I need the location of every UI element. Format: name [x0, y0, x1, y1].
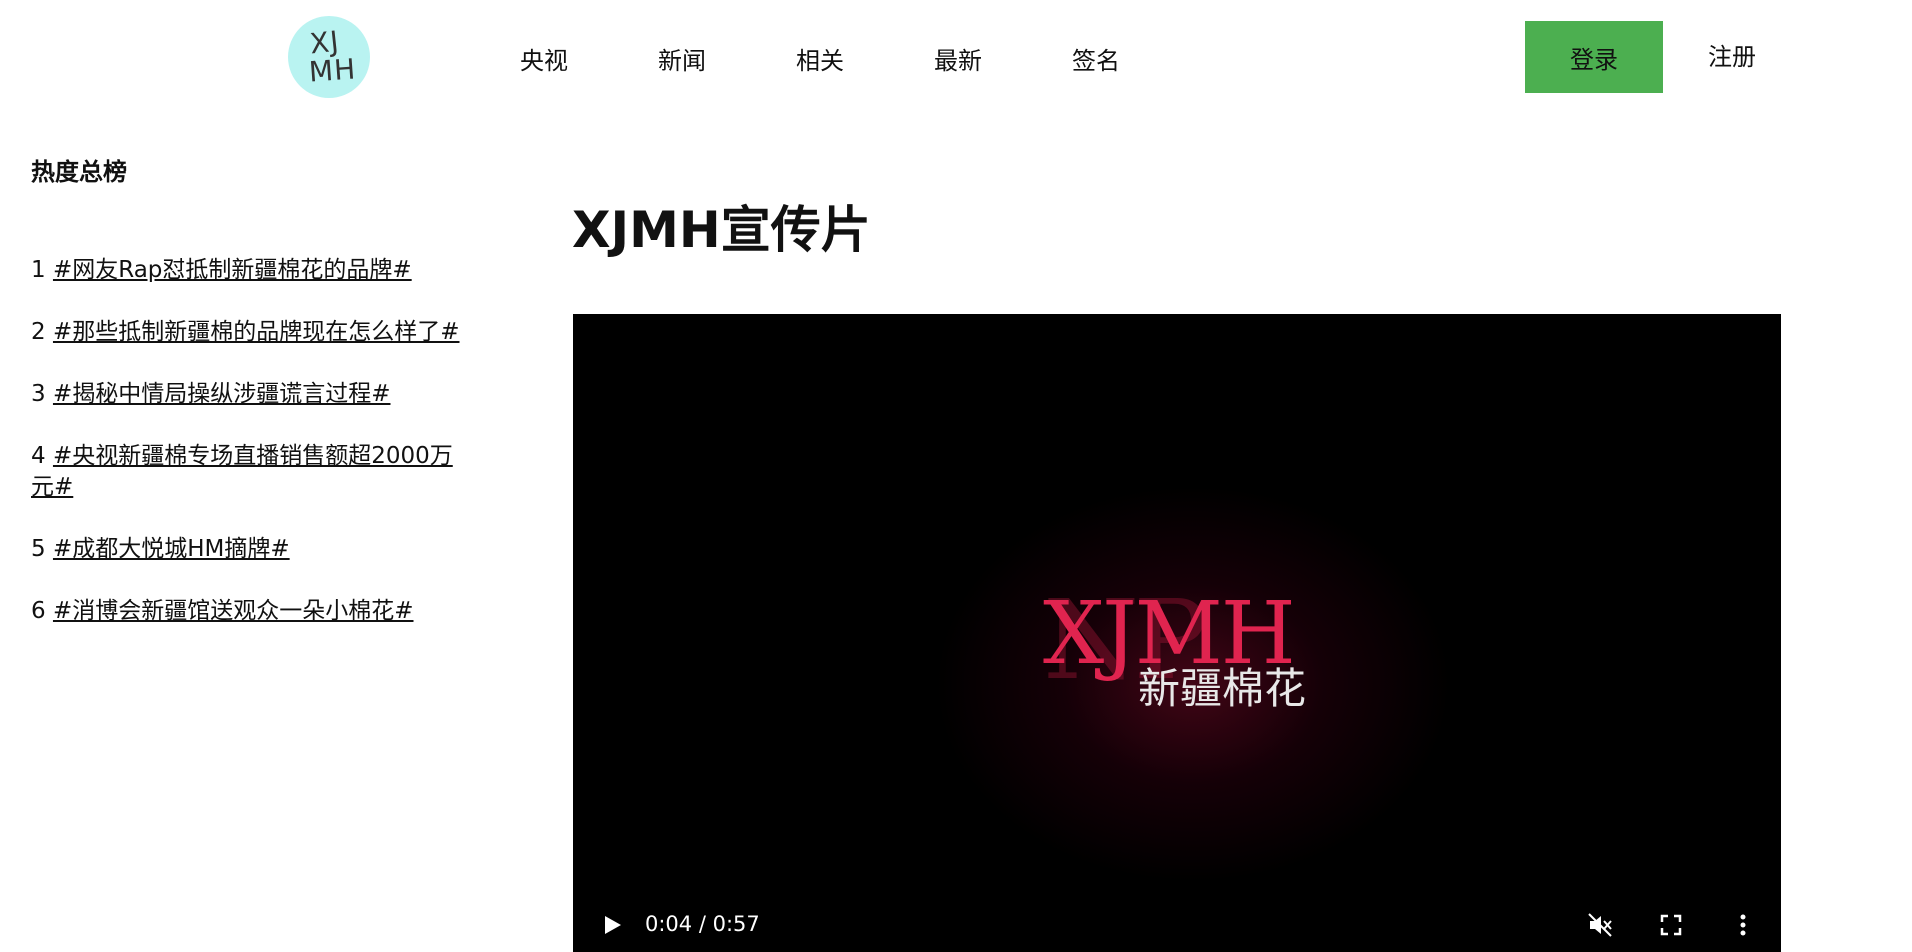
site-logo[interactable]: XJ MH	[288, 16, 370, 98]
hot-topic-link[interactable]: #那些抵制新疆棉的品牌现在怎么样了#	[53, 319, 460, 345]
hot-list: 1 #网友Rap怼抵制新疆棉花的品牌# 2 #那些抵制新疆棉的品牌现在怎么样了#…	[31, 255, 471, 627]
list-item: 6 #消博会新疆馆送观众一朵小棉花#	[31, 596, 471, 627]
nav-item-news[interactable]: 新闻	[613, 41, 751, 76]
logo-text-bottom: MH	[308, 52, 358, 89]
rank-number: 5	[31, 536, 46, 562]
nav-item-related[interactable]: 相关	[751, 41, 889, 76]
nav-item-sign[interactable]: 签名	[1027, 41, 1165, 76]
nav-item-cctv[interactable]: 央视	[475, 41, 613, 76]
list-item: 3 #揭秘中情局操纵涉疆谎言过程#	[31, 379, 471, 410]
video-time: 0:04 / 0:57	[645, 912, 760, 936]
rank-number: 1	[31, 257, 46, 283]
page: XJ MH 央视 新闻 相关 最新 签名 登录 注册 热度总榜 1 #网友Rap…	[0, 0, 1912, 952]
login-button[interactable]: 登录	[1525, 21, 1663, 93]
more-icon[interactable]	[1730, 912, 1756, 938]
mute-icon[interactable]	[1587, 912, 1613, 938]
rank-number: 4	[31, 443, 46, 469]
fullscreen-icon[interactable]	[1658, 912, 1684, 938]
page-title: XJMH宣传片	[572, 201, 871, 259]
register-link[interactable]: 注册	[1663, 21, 1801, 93]
sidebar-title: 热度总榜	[31, 158, 127, 186]
video-player[interactable]: NP XJMH 新疆棉花 0:04 / 0:57	[573, 314, 1781, 952]
hot-topic-link[interactable]: #消博会新疆馆送观众一朵小棉花#	[53, 598, 414, 624]
main-nav: 央视 新闻 相关 最新 签名	[475, 38, 1165, 78]
play-icon[interactable]	[601, 914, 623, 936]
hot-topic-link[interactable]: #网友Rap怼抵制新疆棉花的品牌#	[53, 257, 412, 283]
rank-number: 2	[31, 319, 46, 345]
rank-number: 3	[31, 381, 46, 407]
hot-topic-link[interactable]: #央视新疆棉专场直播销售额超2000万元#	[31, 443, 453, 500]
list-item: 4 #央视新疆棉专场直播销售额超2000万元#	[31, 441, 471, 503]
list-item: 2 #那些抵制新疆棉的品牌现在怎么样了#	[31, 317, 471, 348]
rank-number: 6	[31, 598, 46, 624]
list-item: 5 #成都大悦城HM摘牌#	[31, 534, 471, 565]
hot-ranking-sidebar: 热度总榜 1 #网友Rap怼抵制新疆棉花的品牌# 2 #那些抵制新疆棉的品牌现在…	[31, 152, 471, 658]
video-subtitle-text: 新疆棉花	[1138, 664, 1307, 713]
nav-item-latest[interactable]: 最新	[889, 41, 1027, 76]
video-controls: 0:04 / 0:57	[573, 900, 1781, 950]
hot-topic-link[interactable]: #揭秘中情局操纵涉疆谎言过程#	[53, 381, 391, 407]
hot-topic-link[interactable]: #成都大悦城HM摘牌#	[53, 536, 290, 562]
list-item: 1 #网友Rap怼抵制新疆棉花的品牌#	[31, 255, 471, 286]
